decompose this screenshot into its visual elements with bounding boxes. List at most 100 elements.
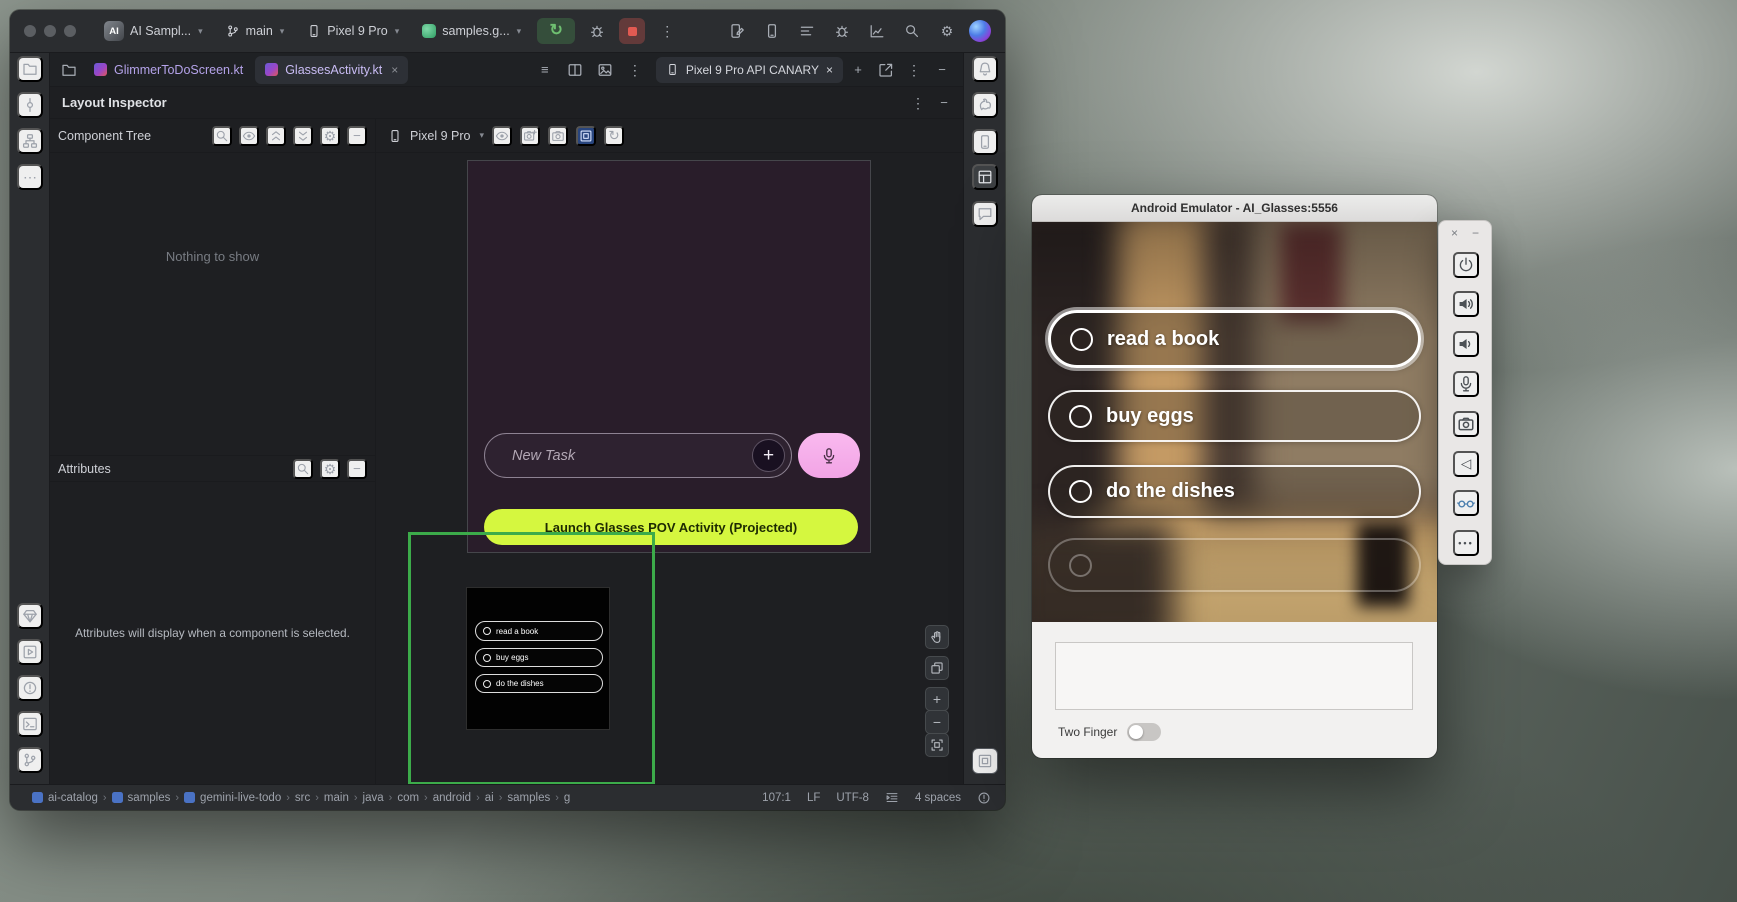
todo-item-pill[interactable]: buy eggs xyxy=(1048,390,1421,442)
structure-tool-button[interactable] xyxy=(17,128,43,154)
emulator-volume-down-button[interactable] xyxy=(1453,331,1479,357)
checkbox-circle-icon[interactable] xyxy=(1069,480,1092,503)
emulator-back-button[interactable]: ◁ xyxy=(1453,451,1479,477)
view-options-button[interactable] xyxy=(492,126,512,146)
checkbox-circle-icon[interactable] xyxy=(1069,405,1092,428)
zoom-in-button[interactable]: + xyxy=(925,687,949,711)
attributes-search-button[interactable] xyxy=(293,459,313,479)
terminal-tool-button[interactable] xyxy=(17,711,43,737)
hide-attributes-button[interactable]: − xyxy=(347,459,367,479)
checkbox-circle-icon[interactable] xyxy=(1070,328,1093,351)
notifications-status-icon[interactable] xyxy=(977,791,991,805)
expand-all-button[interactable] xyxy=(266,126,286,146)
select-opened-file-button[interactable] xyxy=(56,57,82,83)
emulator-camera-button[interactable] xyxy=(1453,411,1479,437)
screen-record-button[interactable] xyxy=(548,126,568,146)
layout-inspector-tool-button[interactable] xyxy=(972,164,998,190)
collapse-all-button[interactable] xyxy=(293,126,313,146)
project-tool-button[interactable] xyxy=(17,56,43,82)
breadcrumb-item[interactable]: ai xyxy=(485,792,494,804)
zoom-out-button[interactable]: − xyxy=(925,710,949,734)
running-devices-button[interactable] xyxy=(759,18,785,44)
zoom-to-fit-button[interactable] xyxy=(925,733,949,757)
breadcrumb-item[interactable]: g xyxy=(564,792,570,804)
search-everywhere-button[interactable] xyxy=(899,18,925,44)
breadcrumb-item[interactable]: samples xyxy=(507,792,550,804)
line-separator-widget[interactable]: LF xyxy=(807,792,820,804)
todo-item-pill[interactable]: buy eggs xyxy=(475,648,603,667)
breadcrumb-item[interactable]: src xyxy=(295,792,310,804)
emulator-microphone-button[interactable] xyxy=(1453,371,1479,397)
tree-visibility-button[interactable] xyxy=(239,126,259,146)
code-view-button[interactable]: ≡ xyxy=(532,57,558,83)
close-window-button[interactable] xyxy=(24,25,36,37)
tree-settings-button[interactable]: ⚙ xyxy=(320,126,340,146)
more-tool-windows-button[interactable]: ⋯ xyxy=(17,164,43,190)
todo-item-pill[interactable]: do the dishes xyxy=(475,674,603,693)
version-control-tool-button[interactable] xyxy=(17,747,43,773)
breadcrumb-item[interactable]: ai-catalog xyxy=(32,792,98,804)
emulator-volume-up-button[interactable] xyxy=(1453,291,1479,317)
problems-tool-button[interactable] xyxy=(17,675,43,701)
tab-glassesactivity[interactable]: GlassesActivity.kt × xyxy=(255,56,408,84)
debug-button[interactable] xyxy=(584,18,610,44)
mirror-device-name[interactable]: Pixel 9 Pro xyxy=(410,129,470,143)
hide-device-panel-button[interactable]: − xyxy=(929,57,955,83)
close-icon[interactable]: × xyxy=(1451,227,1458,239)
attributes-settings-button[interactable]: ⚙ xyxy=(320,459,340,479)
app-insights-tool-button[interactable] xyxy=(972,201,998,227)
minimize-icon[interactable]: − xyxy=(1472,227,1479,239)
device-selector[interactable]: Pixel 9 Pro ▾ xyxy=(300,21,406,41)
two-finger-toggle[interactable] xyxy=(1127,723,1161,741)
minimize-window-button[interactable] xyxy=(44,25,56,37)
emulator-power-button[interactable] xyxy=(1453,252,1479,278)
split-view-button[interactable] xyxy=(562,57,588,83)
caret-position-widget[interactable]: 107:1 xyxy=(762,792,791,804)
hide-tree-button[interactable]: − xyxy=(347,126,367,146)
services-tool-button[interactable] xyxy=(17,639,43,665)
notifications-button[interactable] xyxy=(972,56,998,82)
profiler-button[interactable] xyxy=(864,18,890,44)
settings-button[interactable]: ⚙ xyxy=(934,18,960,44)
todo-item-pill-focused[interactable]: read a book xyxy=(1048,310,1421,368)
more-run-actions-button[interactable]: ⋮ xyxy=(654,18,680,44)
pan-tool-button[interactable] xyxy=(925,625,949,649)
indent-widget[interactable]: 4 spaces xyxy=(915,792,961,804)
refresh-mirror-button[interactable]: ↻ xyxy=(604,126,624,146)
todo-item-pill[interactable]: read a book xyxy=(475,621,603,641)
emulator-input-area[interactable] xyxy=(1055,642,1413,710)
emulator-glasses-button[interactable] xyxy=(1453,490,1479,516)
close-device-tab-icon[interactable]: × xyxy=(826,63,833,77)
indent-icon[interactable] xyxy=(885,791,899,805)
add-task-button[interactable]: + xyxy=(752,439,785,472)
tree-search-button[interactable] xyxy=(212,126,232,146)
design-view-button[interactable] xyxy=(592,57,618,83)
rerun-button[interactable]: ↻ xyxy=(537,18,575,44)
open-in-window-button[interactable] xyxy=(873,57,899,83)
breadcrumb-item[interactable]: samples xyxy=(112,792,171,804)
add-device-tab-button[interactable]: + xyxy=(845,57,871,83)
device-manager-tool-button[interactable] xyxy=(972,129,998,155)
tab-glimmertodoscreen[interactable]: GlimmerToDoScreen.kt xyxy=(84,56,253,84)
screenshot-button[interactable] xyxy=(520,126,540,146)
breadcrumb-item[interactable]: java xyxy=(363,792,384,804)
logcat-button[interactable] xyxy=(794,18,820,44)
commit-tool-button[interactable] xyxy=(17,92,43,118)
emulator-more-button[interactable]: ••• xyxy=(1453,530,1479,556)
hide-layout-inspector-button[interactable]: − xyxy=(931,90,957,116)
zoom-window-button[interactable] xyxy=(64,25,76,37)
profile-avatar[interactable] xyxy=(969,20,991,42)
app-inspection-button[interactable] xyxy=(829,18,855,44)
gemini-tool-button[interactable] xyxy=(17,603,43,629)
running-devices-tool-button[interactable] xyxy=(972,748,998,774)
new-task-field[interactable]: New Task + xyxy=(484,433,792,478)
breadcrumb-item[interactable]: com xyxy=(397,792,419,804)
stop-button[interactable] xyxy=(619,18,645,44)
breadcrumb-item[interactable]: gemini-live-todo xyxy=(184,792,281,804)
layers-tool-button[interactable] xyxy=(925,656,949,680)
breadcrumb-item[interactable]: android xyxy=(433,792,471,804)
run-configuration-selector[interactable]: samples.g... ▾ xyxy=(415,21,528,41)
editor-options-button[interactable]: ⋮ xyxy=(622,57,648,83)
breadcrumb-item[interactable]: main xyxy=(324,792,349,804)
encoding-widget[interactable]: UTF-8 xyxy=(836,792,869,804)
